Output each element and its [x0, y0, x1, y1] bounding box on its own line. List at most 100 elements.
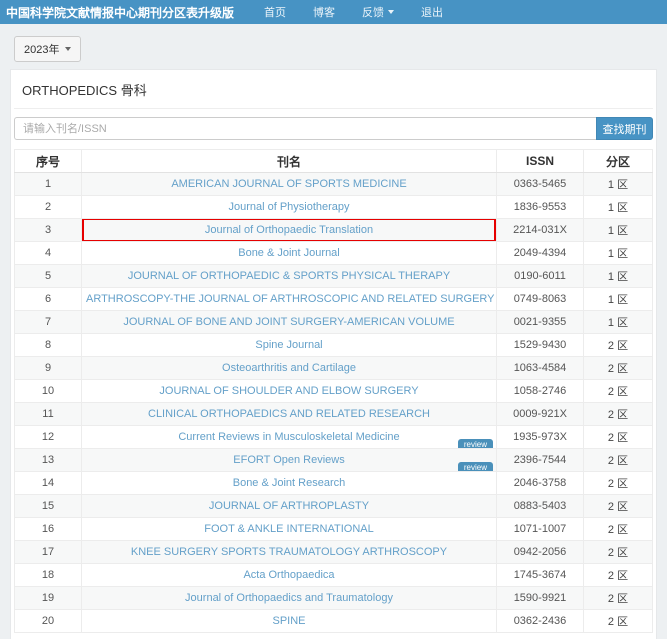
- issn-value: 1071-1007: [497, 518, 584, 541]
- row-index: 4: [15, 242, 82, 265]
- zone-value: 2 区: [584, 426, 653, 449]
- nav-item-home[interactable]: 首页: [264, 4, 286, 20]
- journal-link[interactable]: JOURNAL OF ARTHROPLASTY: [209, 500, 369, 512]
- nav-item-logout[interactable]: 退出: [421, 4, 443, 20]
- table-footer: 1 of 5 (共 88 条) «12345»: [14, 633, 653, 639]
- row-index: 16: [15, 518, 82, 541]
- journal-name-cell: AMERICAN JOURNAL OF SPORTS MEDICINE: [82, 173, 497, 196]
- issn-value: 2396-7544: [497, 449, 584, 472]
- nav-item-blog[interactable]: 博客: [313, 4, 335, 20]
- zone-value: 2 区: [584, 541, 653, 564]
- journal-link[interactable]: EFORT Open Reviews: [233, 454, 344, 466]
- zone-value: 1 区: [584, 173, 653, 196]
- table-row: 16 FOOT & ANKLE INTERNATIONAL 1071-1007 …: [15, 518, 653, 541]
- journal-link[interactable]: Current Reviews in Musculoskeletal Medic…: [178, 431, 399, 443]
- table-row: 18 Acta Orthopaedica 1745-3674 2 区: [15, 564, 653, 587]
- row-index: 19: [15, 587, 82, 610]
- journal-search-input[interactable]: [14, 117, 596, 140]
- journal-name-cell: Journal of Orthopaedic Translation: [82, 219, 497, 242]
- row-index: 2: [15, 196, 82, 219]
- journal-name-cell: Acta Orthopaedica: [82, 564, 497, 587]
- review-badge[interactable]: review: [458, 439, 493, 449]
- journal-name-cell: EFORT Open Reviews review: [82, 449, 497, 472]
- row-index: 13: [15, 449, 82, 472]
- search-journals-button[interactable]: 查找期刊: [596, 117, 653, 140]
- table-row: 20 SPINE 0362-2436 2 区: [15, 610, 653, 633]
- journal-link[interactable]: ARTHROSCOPY-THE JOURNAL OF ARTHROSCOPIC …: [86, 293, 495, 305]
- journal-link[interactable]: JOURNAL OF ORTHOPAEDIC & SPORTS PHYSICAL…: [128, 270, 450, 282]
- journal-name-cell: JOURNAL OF ARTHROPLASTY: [82, 495, 497, 518]
- table-row: 8 Spine Journal 1529-9430 2 区: [15, 334, 653, 357]
- column-header-issn: ISSN: [497, 150, 584, 173]
- nav-item-feedback-label: 反馈: [362, 4, 384, 20]
- table-row: 7 JOURNAL OF BONE AND JOINT SURGERY-AMER…: [15, 311, 653, 334]
- row-index: 8: [15, 334, 82, 357]
- navbar-brand[interactable]: 中国科学院文献情报中心期刊分区表升级版: [6, 4, 234, 21]
- zone-value: 2 区: [584, 472, 653, 495]
- journal-name-cell: CLINICAL ORTHOPAEDICS AND RELATED RESEAR…: [82, 403, 497, 426]
- journal-link[interactable]: Osteoarthritis and Cartilage: [222, 362, 356, 374]
- table-row: 10 JOURNAL OF SHOULDER AND ELBOW SURGERY…: [15, 380, 653, 403]
- zone-value: 1 区: [584, 265, 653, 288]
- zone-value: 2 区: [584, 587, 653, 610]
- nav-item-feedback[interactable]: 反馈: [362, 4, 394, 20]
- zone-value: 2 区: [584, 403, 653, 426]
- zone-value: 1 区: [584, 288, 653, 311]
- table-row: 15 JOURNAL OF ARTHROPLASTY 0883-5403 2 区: [15, 495, 653, 518]
- zone-value: 2 区: [584, 518, 653, 541]
- journal-link[interactable]: JOURNAL OF BONE AND JOINT SURGERY-AMERIC…: [123, 316, 454, 328]
- journal-link[interactable]: KNEE SURGERY SPORTS TRAUMATOLOGY ARTHROS…: [131, 546, 447, 558]
- issn-value: 1529-9430: [497, 334, 584, 357]
- journal-link[interactable]: Bone & Joint Journal: [238, 247, 340, 259]
- row-index: 17: [15, 541, 82, 564]
- journal-link[interactable]: Journal of Orthopaedic Translation: [205, 224, 373, 236]
- zone-value: 2 区: [584, 610, 653, 633]
- table-row: 13 EFORT Open Reviews review 2396-7544 2…: [15, 449, 653, 472]
- journal-name-cell: SPINE: [82, 610, 497, 633]
- row-index: 20: [15, 610, 82, 633]
- journal-link[interactable]: Journal of Physiotherapy: [228, 201, 349, 213]
- journal-name-cell: Current Reviews in Musculoskeletal Medic…: [82, 426, 497, 449]
- issn-value: 1935-973X: [497, 426, 584, 449]
- caret-down-icon: [388, 10, 394, 14]
- journal-link[interactable]: Acta Orthopaedica: [243, 569, 334, 581]
- table-row: 3 Journal of Orthopaedic Translation 221…: [15, 219, 653, 242]
- zone-value: 2 区: [584, 449, 653, 472]
- journal-name-cell: Journal of Orthopaedics and Traumatology: [82, 587, 497, 610]
- journal-search-bar: 查找期刊: [14, 117, 653, 140]
- journal-name-cell: KNEE SURGERY SPORTS TRAUMATOLOGY ARTHROS…: [82, 541, 497, 564]
- row-index: 12: [15, 426, 82, 449]
- issn-value: 1058-2746: [497, 380, 584, 403]
- review-badge[interactable]: review: [458, 462, 493, 472]
- column-header-name: 刊名: [82, 150, 497, 173]
- zone-value: 1 区: [584, 196, 653, 219]
- journal-link[interactable]: Bone & Joint Research: [233, 477, 346, 489]
- table-row: 9 Osteoarthritis and Cartilage 1063-4584…: [15, 357, 653, 380]
- zone-value: 1 区: [584, 242, 653, 265]
- issn-value: 0021-9355: [497, 311, 584, 334]
- journal-name-cell: ARTHROSCOPY-THE JOURNAL OF ARTHROSCOPIC …: [82, 288, 497, 311]
- journal-link[interactable]: AMERICAN JOURNAL OF SPORTS MEDICINE: [171, 178, 406, 190]
- caret-down-icon: [65, 47, 71, 51]
- zone-value: 2 区: [584, 495, 653, 518]
- journal-link[interactable]: Journal of Orthopaedics and Traumatology: [185, 592, 393, 604]
- journal-link[interactable]: JOURNAL OF SHOULDER AND ELBOW SURGERY: [159, 385, 418, 397]
- journal-name-cell: Bone & Joint Research: [82, 472, 497, 495]
- year-dropdown-button[interactable]: 2023年: [14, 36, 81, 62]
- table-row: 5 JOURNAL OF ORTHOPAEDIC & SPORTS PHYSIC…: [15, 265, 653, 288]
- issn-value: 2214-031X: [497, 219, 584, 242]
- issn-value: 0190-6011: [497, 265, 584, 288]
- journal-list-panel: ORTHOPEDICS 骨科 查找期刊 序号 刊名 ISSN 分区 1 AMER…: [10, 69, 657, 639]
- journal-link[interactable]: SPINE: [272, 615, 305, 627]
- row-index: 14: [15, 472, 82, 495]
- issn-value: 1063-4584: [497, 357, 584, 380]
- issn-value: 0883-5403: [497, 495, 584, 518]
- journal-name-cell: Journal of Physiotherapy: [82, 196, 497, 219]
- journal-link[interactable]: CLINICAL ORTHOPAEDICS AND RELATED RESEAR…: [148, 408, 430, 420]
- row-index: 10: [15, 380, 82, 403]
- row-index: 5: [15, 265, 82, 288]
- issn-value: 0009-921X: [497, 403, 584, 426]
- journal-link[interactable]: FOOT & ANKLE INTERNATIONAL: [204, 523, 374, 535]
- row-index: 6: [15, 288, 82, 311]
- journal-link[interactable]: Spine Journal: [255, 339, 322, 351]
